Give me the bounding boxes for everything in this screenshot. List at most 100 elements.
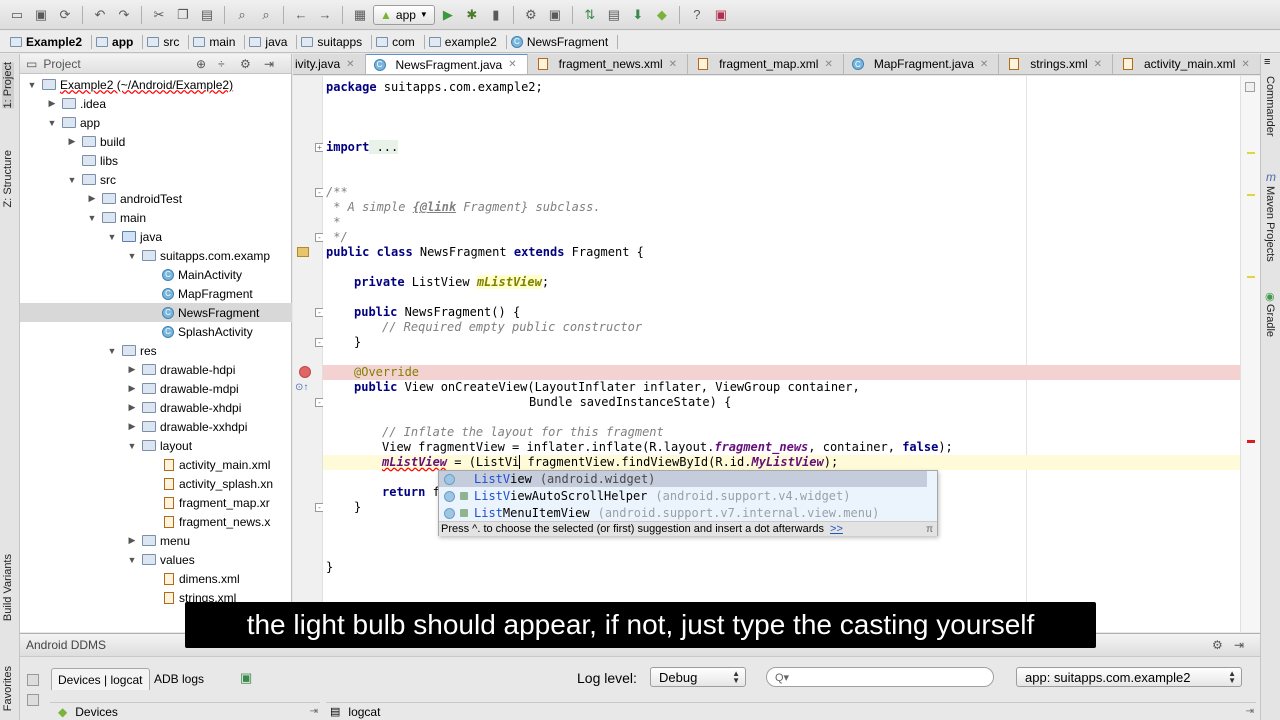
collapsed-arrow-icon[interactable]: ▶ [126, 364, 138, 375]
close-icon[interactable]: ✕ [980, 59, 988, 70]
hide-icon[interactable]: ⇥ [264, 57, 274, 71]
gear-icon[interactable]: ⚙ [1212, 638, 1223, 652]
error-marker[interactable] [1247, 440, 1255, 443]
expanded-arrow-icon[interactable]: ▼ [126, 251, 138, 261]
tree-item[interactable]: ▶ build [20, 132, 292, 151]
collapsed-arrow-icon[interactable]: ▶ [46, 98, 58, 109]
app-filter-select[interactable]: app: suitapps.com.example2 ▲ ▼ [1016, 667, 1242, 687]
collapsed-arrow-icon[interactable]: ▶ [126, 535, 138, 546]
close-icon[interactable]: ✕ [1241, 59, 1249, 70]
sync-icon[interactable]: ⟳ [54, 4, 76, 26]
favorites-tool-tab[interactable]: Favorites [2, 666, 14, 711]
close-icon[interactable]: ✕ [669, 59, 677, 70]
breadcrumb-item[interactable]: main [189, 33, 246, 51]
paste-icon[interactable]: ▤ [196, 4, 218, 26]
project-panel-title[interactable]: Project [43, 57, 80, 71]
replace-icon[interactable]: ⌕ [255, 4, 277, 26]
attach-debugger-icon[interactable]: ▮ [485, 4, 507, 26]
restore-layout-icon[interactable]: ▣ [240, 670, 252, 686]
tree-item[interactable]: ▼ layout [20, 436, 292, 455]
forward-icon[interactable]: → [314, 4, 336, 26]
pin-icon[interactable]: ⇥ [1246, 706, 1254, 717]
back-icon[interactable]: ← [290, 4, 312, 26]
stop-icon[interactable] [27, 694, 39, 706]
collapsed-arrow-icon[interactable]: ▶ [126, 421, 138, 432]
expanded-arrow-icon[interactable]: ▼ [66, 175, 78, 185]
close-icon[interactable]: ✕ [824, 59, 832, 70]
tree-item[interactable]: ▼ main [20, 208, 292, 227]
warning-marker[interactable] [1247, 276, 1255, 278]
hide-icon[interactable]: ⇥ [1234, 638, 1244, 652]
tree-item[interactable]: ▼ java [20, 227, 292, 246]
expanded-arrow-icon[interactable]: ▼ [106, 232, 118, 242]
ddms-title[interactable]: Android DDMS [26, 638, 106, 652]
breakpoint-icon[interactable] [299, 366, 311, 378]
override-icon[interactable]: ⊙↑ [295, 382, 308, 393]
implementation-icon[interactable] [297, 247, 309, 257]
tree-item[interactable]: ▶ menu [20, 531, 292, 550]
log-level-select[interactable]: Debug ▲ ▼ [650, 667, 746, 687]
editor-tab[interactable]: C MapFragment.java ✕ [844, 54, 1000, 74]
sdk-manager-icon[interactable]: ⬇ [627, 4, 649, 26]
gradle-sync-icon[interactable]: ⇅ [579, 4, 601, 26]
tree-item[interactable]: ▶ drawable-hdpi [20, 360, 292, 379]
expanded-arrow-icon[interactable]: ▼ [26, 80, 38, 90]
find-icon[interactable]: ⌕ [231, 4, 253, 26]
help-icon[interactable]: ? [686, 4, 708, 26]
undo-icon[interactable]: ↶ [89, 4, 111, 26]
pin-icon[interactable]: ⇥ [310, 706, 318, 717]
project-tool-tab[interactable]: 1: Project [2, 62, 14, 109]
editor-tab[interactable]: strings.xml ✕ [999, 54, 1113, 74]
completion-item[interactable]: ListViewAutoScrollHelper (android.suppor… [439, 488, 927, 504]
tree-item[interactable]: ▼ res [20, 341, 292, 360]
tree-item[interactable]: fragment_news.x [20, 512, 292, 531]
editor-tab[interactable]: fragment_news.xml ✕ [528, 54, 689, 74]
debug-process-icon[interactable] [27, 674, 39, 686]
tree-item[interactable]: ▶ drawable-mdpi [20, 379, 292, 398]
tab-adb-logs[interactable]: ADB logs [148, 668, 210, 690]
breadcrumb-item[interactable]: app [92, 33, 144, 51]
close-icon[interactable]: ✕ [346, 59, 354, 70]
tree-item[interactable]: dimens.xml [20, 569, 292, 588]
collapsed-arrow-icon[interactable]: ▶ [126, 402, 138, 413]
collapsed-arrow-icon[interactable]: ▶ [86, 193, 98, 204]
tree-item[interactable]: ▼ src [20, 170, 292, 189]
tab-devices-logcat[interactable]: Devices | logcat [51, 668, 150, 690]
tree-item[interactable]: activity_splash.xn [20, 474, 292, 493]
code-editor[interactable]: package suitapps.com.example2; import ..… [323, 76, 1240, 632]
expanded-arrow-icon[interactable]: ▼ [46, 118, 58, 128]
warning-marker[interactable] [1247, 152, 1255, 154]
menu-icon[interactable]: ≡ [1264, 56, 1270, 68]
settings-icon[interactable]: ⚙ [520, 4, 542, 26]
expanded-arrow-icon[interactable]: ▼ [126, 555, 138, 565]
completion-hint-link[interactable]: >> [830, 523, 843, 535]
expanded-arrow-icon[interactable]: ▼ [106, 346, 118, 356]
cut-icon[interactable]: ✂ [148, 4, 170, 26]
completion-item[interactable]: ListMenuItemView (android.support.v7.int… [439, 505, 927, 521]
copy-icon[interactable]: ❐ [172, 4, 194, 26]
breadcrumb-item[interactable]: src [143, 33, 190, 51]
logcat-search-input[interactable]: Q▾ [766, 667, 994, 687]
expanded-arrow-icon[interactable]: ▼ [86, 213, 98, 223]
tree-item[interactable]: activity_main.xml [20, 455, 292, 474]
tree-item[interactable]: ▼ app [20, 113, 292, 132]
tree-item[interactable]: ▶ drawable-xhdpi [20, 398, 292, 417]
tree-item[interactable]: fragment_map.xr [20, 493, 292, 512]
error-stripe[interactable] [1240, 76, 1260, 632]
gear-icon[interactable]: ⚙ [240, 57, 251, 71]
gradle-tool-tab[interactable]: Gradle [1264, 304, 1276, 337]
open-icon[interactable]: ▭ [6, 4, 28, 26]
tree-item[interactable]: libs [20, 151, 292, 170]
debug-icon[interactable]: ✱ [461, 4, 483, 26]
maven-projects-tool-tab[interactable]: Maven Projects [1264, 186, 1276, 262]
editor-gutter[interactable]: + - - - - ⊙↑ - - [293, 76, 324, 632]
run-configuration-select[interactable]: ▲ app ▼ [373, 4, 435, 25]
editor-tab[interactable]: fragment_map.xml ✕ [688, 54, 844, 74]
sync-scroll-icon[interactable]: ⊕ [196, 57, 206, 71]
android-device-monitor-icon[interactable]: ◆ [651, 4, 673, 26]
tree-item[interactable]: ▶ .idea [20, 94, 292, 113]
breadcrumb-item[interactable]: suitapps [297, 33, 372, 51]
avd-manager-icon[interactable]: ▤ [603, 4, 625, 26]
pin-icon[interactable]: π [926, 524, 933, 535]
tree-item[interactable]: ▼ suitapps.com.examp [20, 246, 292, 265]
